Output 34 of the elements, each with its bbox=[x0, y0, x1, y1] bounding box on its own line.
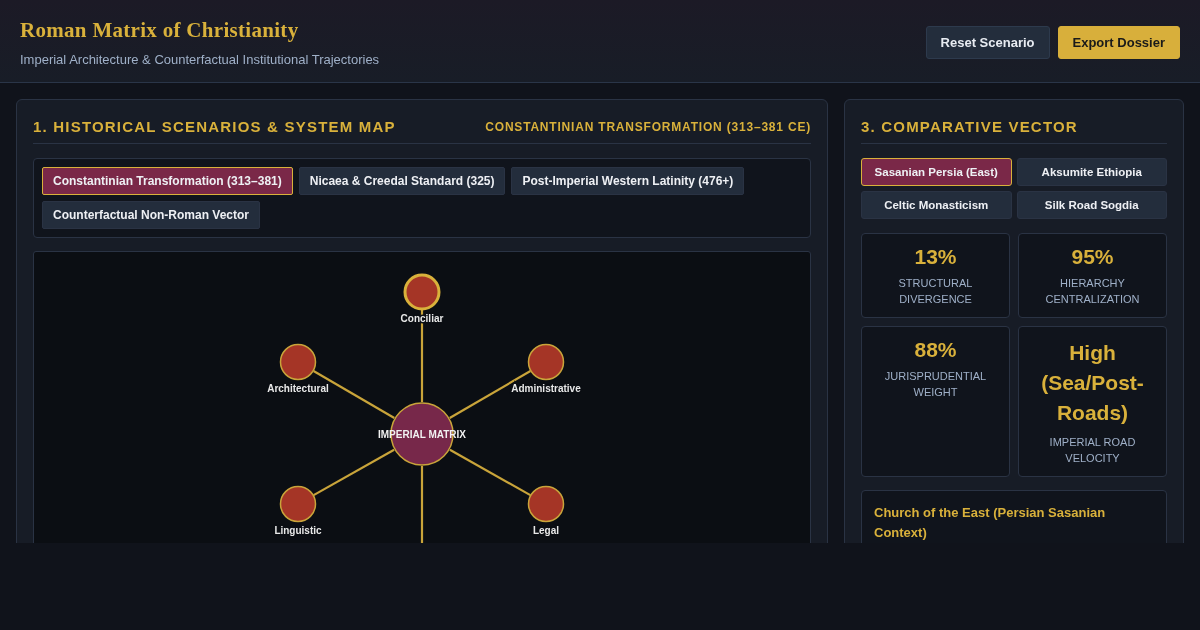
comparison-option[interactable]: Aksumite Ethiopia bbox=[1016, 158, 1167, 186]
comparison-option[interactable]: Silk Road Sogdia bbox=[1016, 191, 1167, 219]
metric-value: High (Sea/Post-Roads) bbox=[1040, 340, 1145, 426]
hub-label: IMPERIAL MATRIX bbox=[378, 429, 466, 440]
map-node[interactable] bbox=[279, 343, 317, 381]
metric-label: JURISPRUDENTIAL WEIGHT bbox=[883, 369, 988, 400]
reset-button[interactable]: Reset Scenario bbox=[925, 26, 1050, 59]
scenario-tab[interactable]: Counterfactual Non-Roman Vector bbox=[42, 201, 261, 229]
context-title: Church of the East (Persian Sasanian Context) bbox=[874, 504, 1107, 542]
metric-value: 95% bbox=[1070, 245, 1115, 269]
node-label: Linguistic bbox=[274, 525, 322, 536]
comparison-option[interactable]: Celtic Monasticism bbox=[861, 191, 1012, 219]
node-label: Legal bbox=[532, 525, 560, 536]
panel-title: 3. COMPARATIVE VECTOR bbox=[861, 118, 1078, 135]
map-node[interactable] bbox=[403, 273, 441, 311]
map-node[interactable] bbox=[527, 343, 565, 381]
current-scenario: CONSTANTINIAN TRANSFORMATION (313–381 CE) bbox=[485, 119, 811, 134]
export-button[interactable]: Export Dossier bbox=[1057, 26, 1180, 59]
app-title: Roman Matrix of Christianity bbox=[20, 18, 300, 43]
metric-value: 13% bbox=[913, 245, 958, 269]
map-node[interactable] bbox=[527, 485, 565, 523]
scenario-tab[interactable]: Post-Imperial Western Latinity (476+) bbox=[511, 167, 745, 195]
node-label: Administrative bbox=[511, 383, 581, 394]
scenario-tab[interactable]: Nicaea & Creedal Standard (325) bbox=[298, 167, 506, 195]
scenario-tab[interactable]: Constantinian Transformation (313–381) bbox=[42, 167, 293, 195]
comparison-option[interactable]: Sasanian Persia (East) bbox=[861, 158, 1012, 186]
app-subtitle: Imperial Architecture & Counterfactual Institutional Trajectories bbox=[20, 52, 380, 67]
metric-value: 88% bbox=[913, 338, 958, 362]
map-node[interactable] bbox=[279, 485, 317, 523]
metric-label: STRUCTURAL DIVERGENCE bbox=[897, 276, 974, 307]
metric-label: IMPERIAL ROAD VELOCITY bbox=[1048, 435, 1137, 466]
node-label: Architectural bbox=[267, 383, 329, 394]
metric-label: HIERARCHY CENTRALIZATION bbox=[1044, 276, 1141, 307]
panel-title: 1. HISTORICAL SCENARIOS & SYSTEM MAP bbox=[33, 118, 396, 135]
